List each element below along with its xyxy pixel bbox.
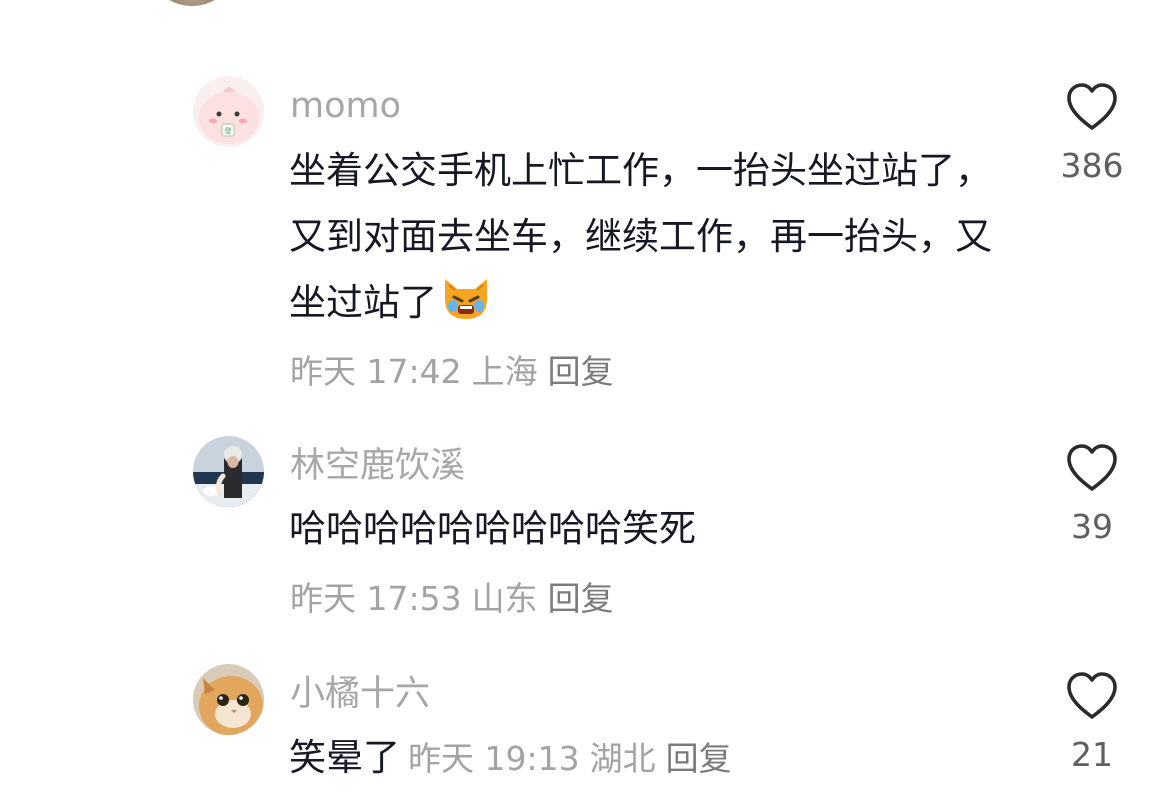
heart-icon[interactable] (1065, 443, 1119, 493)
svg-text:發: 發 (225, 126, 232, 135)
reply-button[interactable]: 回复 (666, 739, 732, 778)
comment-time: 昨天 17:42 (290, 352, 462, 391)
comment-time: 昨天 19:13 (408, 739, 580, 778)
comment-location: 湖北 (589, 739, 656, 778)
like-count: 39 (1071, 507, 1113, 546)
avatar[interactable] (193, 664, 264, 735)
comment-text: 坐着公交手机上忙工作，一抬头坐过站了，又到对面去坐车，继续工作，再一抬头，又坐过… (289, 138, 1009, 336)
comment-meta: 昨天 17:53 山东 回复 (290, 579, 624, 619)
comment-text: 哈哈哈哈哈哈哈哈哈笑死 (289, 496, 1009, 562)
reply-button[interactable]: 回复 (548, 579, 614, 618)
heart-icon[interactable] (1065, 82, 1119, 132)
comment-location: 山东 (471, 579, 538, 618)
comment-text: 笑晕了 昨天 19:13 湖北 回复 (289, 725, 1049, 792)
heart-icon[interactable] (1065, 671, 1119, 721)
comment-text-body: 笑晕了 (289, 736, 400, 779)
like-count: 21 (1071, 735, 1113, 774)
reply-button[interactable]: 回复 (548, 352, 614, 391)
crying-cat-emoji-icon (439, 271, 493, 325)
avatar[interactable]: 發 (193, 76, 264, 147)
like-button[interactable]: 386 (1040, 82, 1144, 186)
like-button[interactable]: 39 (1040, 443, 1144, 547)
comment-meta: 昨天 19:13 湖北 回复 (408, 739, 742, 778)
like-count: 386 (1060, 146, 1124, 185)
username[interactable]: momo (290, 86, 401, 126)
like-button[interactable]: 21 (1040, 671, 1144, 775)
username[interactable]: 小橘十六 (290, 674, 430, 714)
username[interactable]: 林空鹿饮溪 (290, 446, 465, 486)
comment-meta: 昨天 17:42 上海 回复 (290, 352, 624, 392)
comment-location: 上海 (471, 352, 538, 391)
comment-text-body: 哈哈哈哈哈哈哈哈哈笑死 (289, 507, 696, 550)
comment-time: 昨天 17:53 (290, 579, 462, 618)
avatar[interactable] (193, 436, 264, 507)
previous-comment-avatar[interactable] (152, 0, 232, 6)
comment-text-body: 坐着公交手机上忙工作，一抬头坐过站了，又到对面去坐车，继续工作，再一抬头，又坐过… (289, 149, 992, 324)
